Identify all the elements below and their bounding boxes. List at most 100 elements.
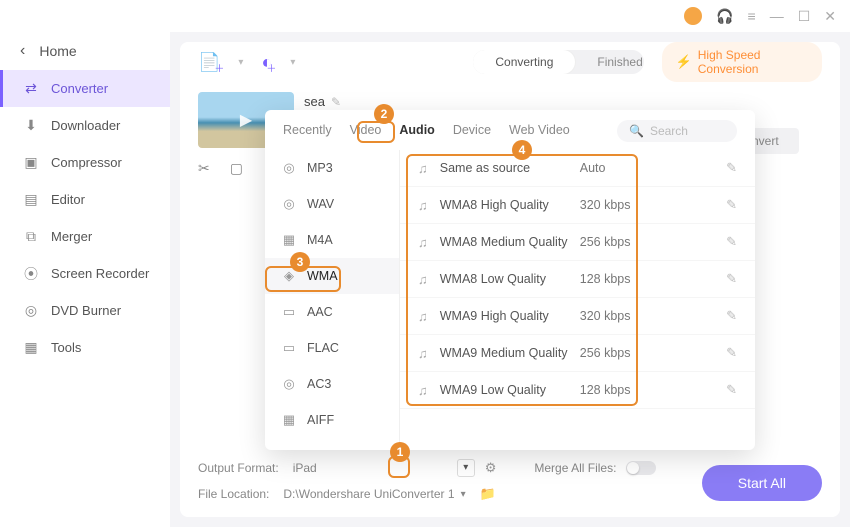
preset-row[interactable]: ♫Same as sourceAuto✎ [400,150,755,187]
panel-tab-webvideo[interactable]: Web Video [509,123,570,139]
status-segmented: Converting Finished [473,50,643,74]
audio-icon: ◈ [281,268,297,284]
edit-preset-icon[interactable]: ✎ [726,271,737,287]
sidebar-item-converter[interactable]: ⇄ Converter [0,70,170,107]
output-settings-icon[interactable]: ⚙ [485,460,497,476]
open-folder-icon[interactable]: 📁 [480,486,496,502]
trim-icon[interactable]: ✂ [198,160,210,177]
audio-icon: ◎ [281,376,297,392]
music-icon: ♫ [418,235,428,250]
window-minimize[interactable]: — [770,8,784,24]
preset-list: ♫Same as sourceAuto✎ ♫WMA8 High Quality3… [400,150,755,450]
breadcrumb[interactable]: ‹ Home [0,32,170,70]
window-maximize[interactable]: ☐ [798,8,811,25]
preset-row[interactable]: ♫WMA8 Low Quality128 kbps✎ [400,261,755,298]
preset-row[interactable]: ♫WMA8 High Quality320 kbps✎ [400,187,755,224]
add-file-button[interactable]: 📄＋ [198,52,220,73]
sidebar-item-screen-recorder[interactable]: ⦿ Screen Recorder [0,255,170,292]
editor-icon: ▤ [23,192,39,208]
tab-finished[interactable]: Finished [575,50,643,74]
panel-tab-audio[interactable]: Audio [399,123,434,139]
sidebar-item-editor[interactable]: ▤ Editor [0,181,170,218]
sidebar-item-merger[interactable]: ⧉ Merger [0,218,170,255]
merger-icon: ⧉ [23,229,39,245]
bolt-icon: ⚡ [676,54,692,70]
edit-preset-icon[interactable]: ✎ [726,197,737,213]
sidebar-item-label: DVD Burner [51,303,121,318]
merge-all-label: Merge All Files: [534,461,616,475]
format-cat-ac3[interactable]: ◎AC3 [265,366,399,402]
format-cat-flac[interactable]: ▭FLAC [265,330,399,366]
sidebar-item-label: Downloader [51,118,120,133]
audio-icon: ◎ [281,160,297,176]
panel-tab-video[interactable]: Video [350,123,382,139]
support-icon[interactable]: 🎧 [716,8,733,25]
edit-preset-icon[interactable]: ✎ [726,345,737,361]
search-icon: 🔍 [629,124,644,138]
format-cat-mp3[interactable]: ◎MP3 [265,150,399,186]
output-format-dropdown[interactable]: ▾ [457,459,475,477]
chevron-down-icon[interactable]: ▾ [290,57,295,68]
user-avatar[interactable] [684,7,702,25]
preset-row[interactable]: ♫WMA9 High Quality320 kbps✎ [400,298,755,335]
music-icon: ♫ [418,346,428,361]
sidebar-item-compressor[interactable]: ▣ Compressor [0,144,170,181]
sidebar: ⇄ Converter ⬇ Downloader ▣ Compressor ▤ … [0,70,170,527]
preset-row[interactable]: ♫WMA8 Medium Quality256 kbps✎ [400,224,755,261]
sidebar-item-label: Tools [51,340,81,355]
sidebar-item-label: Compressor [51,155,122,170]
music-icon: ♫ [418,309,428,324]
edit-preset-icon[interactable]: ✎ [726,234,737,250]
sidebar-item-downloader[interactable]: ⬇ Downloader [0,107,170,144]
high-speed-conversion[interactable]: ⚡ High Speed Conversion [662,42,822,82]
clip-title: sea ✎ [304,94,341,109]
edit-preset-icon[interactable]: ✎ [726,308,737,324]
chevron-down-icon[interactable]: ▾ [461,489,466,500]
sidebar-item-dvd-burner[interactable]: ◎ DVD Burner [0,292,170,329]
converter-icon: ⇄ [23,81,39,97]
audio-icon: ▦ [281,412,297,428]
format-cat-wma[interactable]: ◈WMA [265,258,399,294]
file-location-label: File Location: [198,487,269,501]
preset-row[interactable]: ♫WMA9 Medium Quality256 kbps✎ [400,335,755,372]
panel-search[interactable]: 🔍 Search [617,120,737,142]
merge-all-toggle[interactable] [626,461,656,475]
audio-icon: ◎ [281,196,297,212]
format-cat-aiff[interactable]: ▦AIFF [265,402,399,438]
tools-icon: ▦ [23,340,39,356]
download-button[interactable]: ◐＋ [261,52,272,73]
downloader-icon: ⬇ [23,118,39,134]
audio-icon: ▦ [281,232,297,248]
panel-tab-recently[interactable]: Recently [283,123,332,139]
chevron-down-icon[interactable]: ▾ [238,57,243,68]
menu-icon[interactable]: ≡ [748,8,756,24]
back-icon[interactable]: ‹ [20,42,25,60]
sidebar-item-label: Merger [51,229,92,244]
output-format-label: Output Format: [198,461,279,475]
start-all-button[interactable]: Start All [702,465,822,501]
hsc-label: High Speed Conversion [698,48,808,76]
sidebar-item-tools[interactable]: ▦ Tools [0,329,170,366]
preset-row[interactable]: ♫WMA9 Low Quality128 kbps✎ [400,372,755,409]
music-icon: ♫ [418,198,428,213]
format-cat-aac[interactable]: ▭AAC [265,294,399,330]
window-close[interactable]: ✕ [824,8,836,25]
dvd-burner-icon: ◎ [23,303,39,319]
edit-name-icon[interactable]: ✎ [331,95,341,109]
panel-tab-device[interactable]: Device [453,123,491,139]
audio-icon: ▭ [281,304,297,320]
screen-recorder-icon: ⦿ [23,266,39,282]
output-format-value: iPad [289,461,321,475]
format-cat-m4a[interactable]: ▦M4A [265,222,399,258]
format-cat-wav[interactable]: ◎WAV [265,186,399,222]
file-location-value[interactable]: D:\Wondershare UniConverter 1 ▾ [279,487,469,501]
edit-preset-icon[interactable]: ✎ [726,160,737,176]
sidebar-item-label: Screen Recorder [51,266,149,281]
home-label: Home [39,43,76,59]
format-category-list: ◎MP3 ◎WAV ▦M4A ◈WMA ▭AAC ▭FLAC ◎AC3 ▦AIF… [265,150,400,450]
crop-icon[interactable]: ▢ [230,160,243,177]
music-icon: ♫ [418,383,428,398]
music-icon: ♫ [418,272,428,287]
edit-preset-icon[interactable]: ✎ [726,382,737,398]
tab-converting[interactable]: Converting [473,50,575,74]
